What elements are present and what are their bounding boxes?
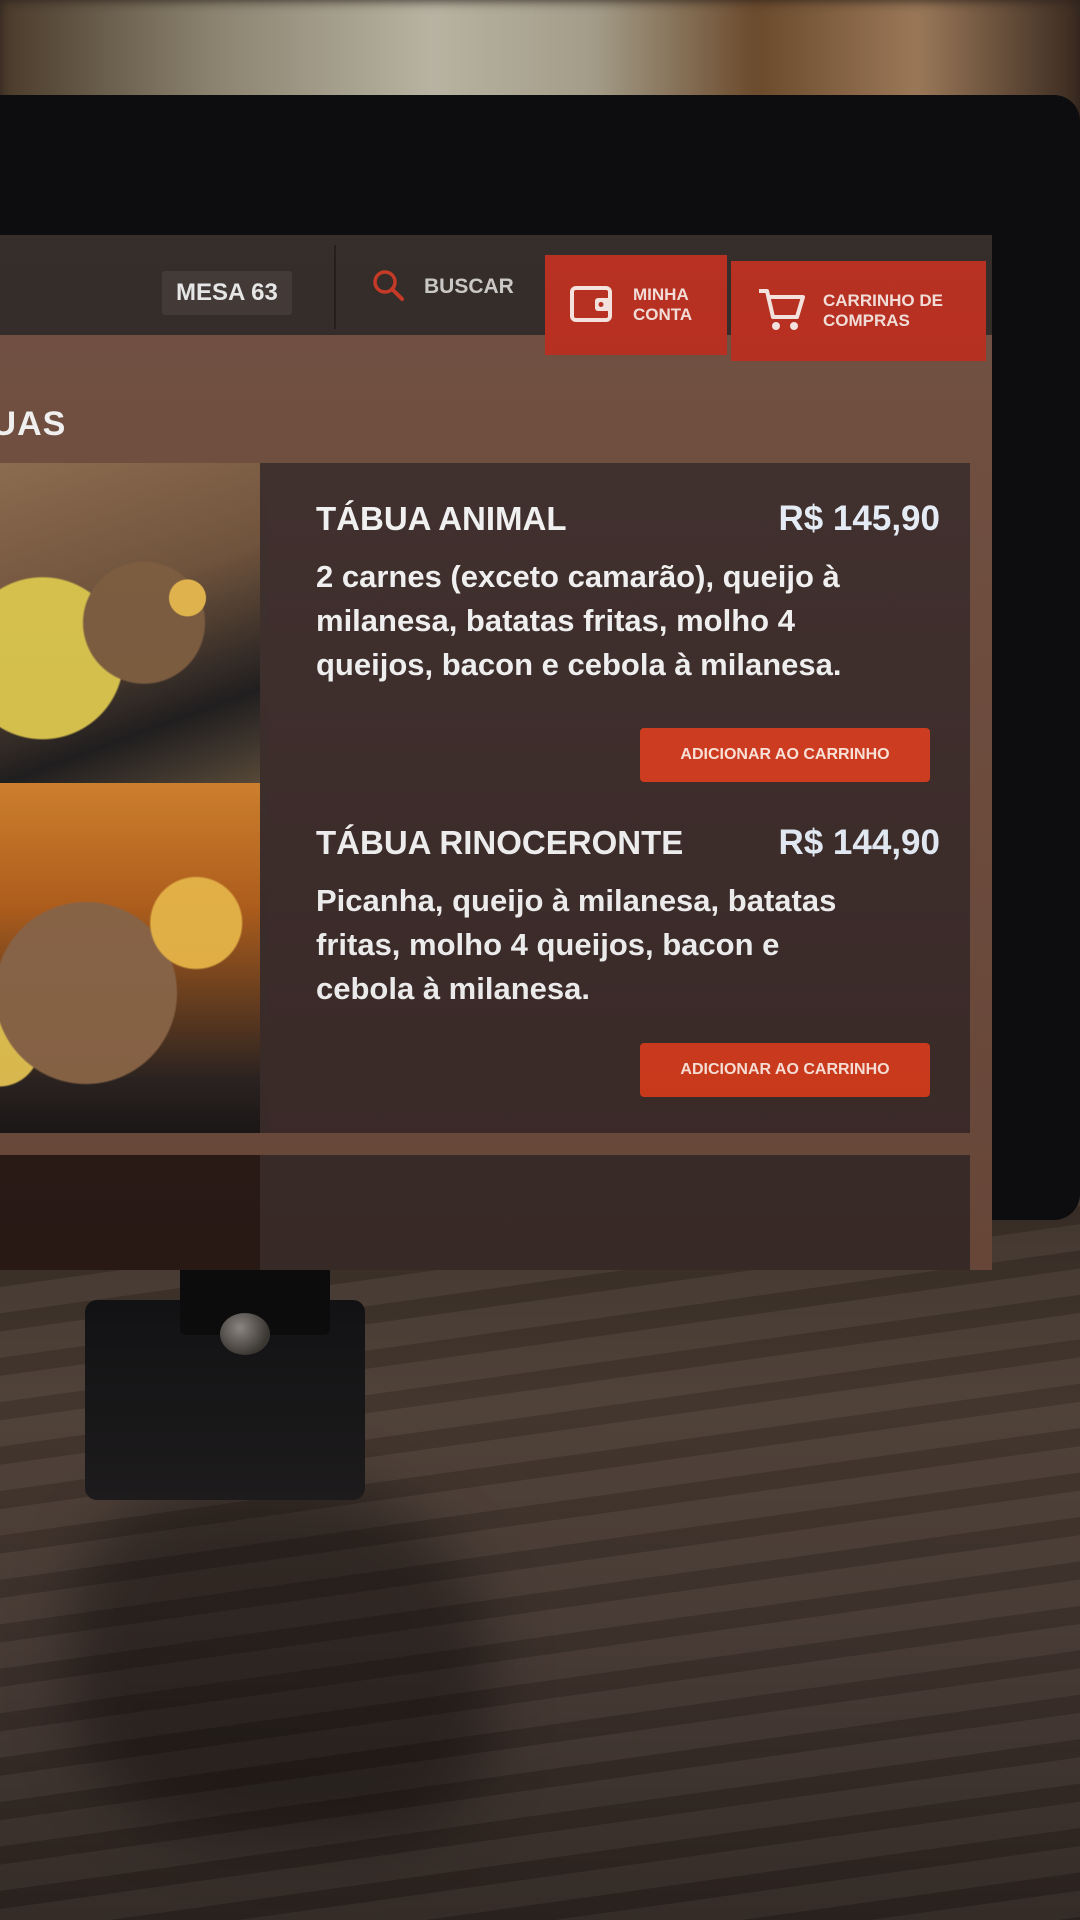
- product-name: TÁBUA RINOCERONTE: [316, 824, 684, 861]
- product-price: R$ 145,90: [778, 499, 940, 538]
- product-image: [0, 463, 260, 818]
- product-card-partial[interactable]: [0, 1155, 970, 1270]
- my-account-label-line1: MINHA: [633, 285, 689, 304]
- search-icon: [370, 267, 406, 308]
- add-to-cart-button[interactable]: ADICIONAR AO CARRINHO: [640, 728, 930, 782]
- product-card[interactable]: TÁBUA ANIMAL R$ 145,90 2 carnes (exceto …: [0, 463, 970, 818]
- shopping-cart-button[interactable]: CARRINHO DE COMPRAS: [731, 261, 986, 361]
- add-to-cart-button[interactable]: ADICIONAR AO CARRINHO: [640, 1043, 930, 1097]
- table-number-badge: MESA 63: [162, 271, 292, 315]
- category-title: BUAS: [0, 405, 67, 443]
- top-bar-divider: [334, 245, 336, 329]
- product-header: TÁBUA ANIMAL R$ 145,90: [316, 499, 940, 539]
- wallet-icon: [569, 280, 615, 331]
- shopping-cart-label-line1: CARRINHO DE: [823, 291, 943, 310]
- product-header: TÁBUA RINOCERONTE R$ 144,90: [316, 823, 940, 863]
- cart-icon: [757, 285, 807, 338]
- product-description: Picanha, queijo à milanesa, batatas frit…: [316, 883, 837, 1006]
- my-account-label-line2: CONTA: [633, 305, 693, 324]
- my-account-button[interactable]: MINHA CONTA: [545, 255, 727, 355]
- top-bar: MESA 63 BUSCAR MINHA CONTA CARRINHO DE C…: [0, 235, 992, 361]
- product-image: [0, 1155, 260, 1270]
- product-image: [0, 783, 260, 1133]
- shopping-cart-label: CARRINHO DE COMPRAS: [823, 291, 943, 331]
- tablet-device: MESA 63 BUSCAR MINHA CONTA CARRINHO DE C…: [0, 95, 1080, 1270]
- my-account-label: MINHA CONTA: [633, 285, 692, 325]
- product-name: TÁBUA ANIMAL: [316, 500, 567, 537]
- search-button[interactable]: BUSCAR: [338, 245, 543, 329]
- menu-screen: MESA 63 BUSCAR MINHA CONTA CARRINHO DE C…: [0, 235, 992, 1270]
- product-description: 2 carnes (exceto camarão), queijo à mila…: [316, 559, 842, 682]
- product-details: TÁBUA RINOCERONTE R$ 144,90 Picanha, que…: [268, 783, 970, 1133]
- product-price: R$ 144,90: [778, 823, 940, 862]
- stand-shadow: [70, 1480, 490, 1840]
- stand-screw: [220, 1313, 270, 1355]
- product-details: TÁBUA ANIMAL R$ 145,90 2 carnes (exceto …: [268, 463, 970, 818]
- shopping-cart-label-line2: COMPRAS: [823, 311, 910, 330]
- search-label: BUSCAR: [424, 275, 514, 298]
- product-card[interactable]: TÁBUA RINOCERONTE R$ 144,90 Picanha, que…: [0, 783, 970, 1133]
